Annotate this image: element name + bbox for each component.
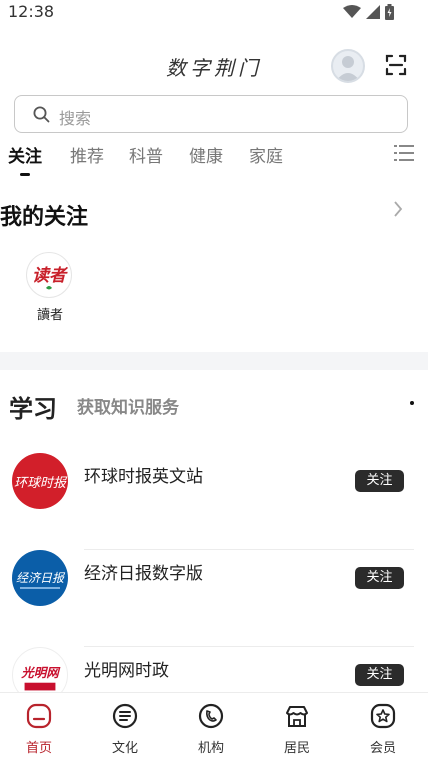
culture-icon [112, 703, 138, 729]
search-placeholder: 搜索 [59, 109, 92, 128]
nav-institution[interactable]: 机构 [181, 703, 241, 756]
guangming-logo-text: 光明网 [20, 665, 61, 680]
search-icon [33, 106, 50, 123]
followed-account-duzhe[interactable]: 读者 讀者 [26, 252, 74, 323]
more-dot [410, 401, 414, 405]
account-name: 光明网时政 [84, 661, 169, 681]
tab-active-indicator [20, 173, 30, 176]
tab-health[interactable]: 健康 [189, 142, 223, 167]
nav-culture[interactable]: 文化 [95, 703, 155, 756]
user-avatar-icon [336, 56, 360, 81]
tab-science[interactable]: 科普 [129, 142, 163, 167]
list-item[interactable]: 经济日报 经济日报数字版 关注 [0, 550, 428, 647]
my-follows-title: 我的关注 [0, 205, 89, 230]
list-item[interactable]: 环球时报 环球时报英文站 关注 [0, 453, 428, 550]
nav-residents[interactable]: 居民 [267, 703, 327, 756]
nav-home[interactable]: 首页 [9, 703, 69, 756]
nav-member[interactable]: 会员 [353, 703, 413, 756]
follow-button[interactable]: 关注 [355, 567, 404, 589]
duzhe-logo: 读者 [26, 252, 72, 298]
economic-daily-logo-text: 经济日报 [16, 571, 66, 585]
status-bar: 12:38 [0, 0, 428, 26]
nav-label: 机构 [197, 741, 224, 756]
nav-label: 文化 [111, 741, 138, 756]
scan-icon[interactable] [385, 54, 407, 76]
tab-family[interactable]: 家庭 [249, 142, 283, 167]
nav-label: 居民 [283, 741, 310, 756]
nav-label: 会员 [369, 741, 396, 756]
status-icons [343, 4, 394, 20]
home-icon [26, 703, 52, 729]
institution-icon [198, 703, 224, 729]
follow-button[interactable]: 关注 [355, 470, 404, 492]
residents-icon [286, 706, 308, 727]
category-tabs: 关注 推荐 科普 健康 家庭 [0, 140, 428, 176]
duzhe-logo-text: 读者 [32, 266, 69, 286]
account-name: 环球时报英文站 [84, 467, 203, 487]
account-name: 经济日报数字版 [84, 564, 203, 584]
follow-button[interactable]: 关注 [355, 664, 404, 686]
battery-icon [385, 4, 394, 20]
tab-follow[interactable]: 关注 [8, 142, 42, 167]
member-icon [370, 703, 396, 729]
tab-menu-icon[interactable] [394, 144, 414, 162]
study-subtitle: 获取知识服务 [77, 398, 179, 418]
section-divider [0, 352, 428, 370]
followed-account-name: 讀者 [36, 308, 63, 323]
duzhe-logo-icon: 读者 [32, 266, 69, 290]
nav-label: 首页 [25, 741, 52, 756]
signal-icon [366, 5, 380, 19]
avatar[interactable] [331, 49, 365, 83]
study-title: 学习 [9, 395, 57, 423]
status-time: 12:38 [8, 2, 55, 21]
search-input[interactable]: 搜索 [14, 95, 408, 133]
wifi-icon [343, 5, 361, 18]
tab-recommend[interactable]: 推荐 [70, 142, 104, 167]
chevron-right-icon[interactable] [393, 200, 403, 218]
global-times-logo: 环球时报 [12, 453, 68, 509]
global-times-logo-text: 环球时报 [14, 476, 68, 491]
economic-daily-logo: 经济日报 [12, 550, 68, 606]
bottom-nav: 首页 文化 机构 居民 会员 [0, 692, 428, 763]
